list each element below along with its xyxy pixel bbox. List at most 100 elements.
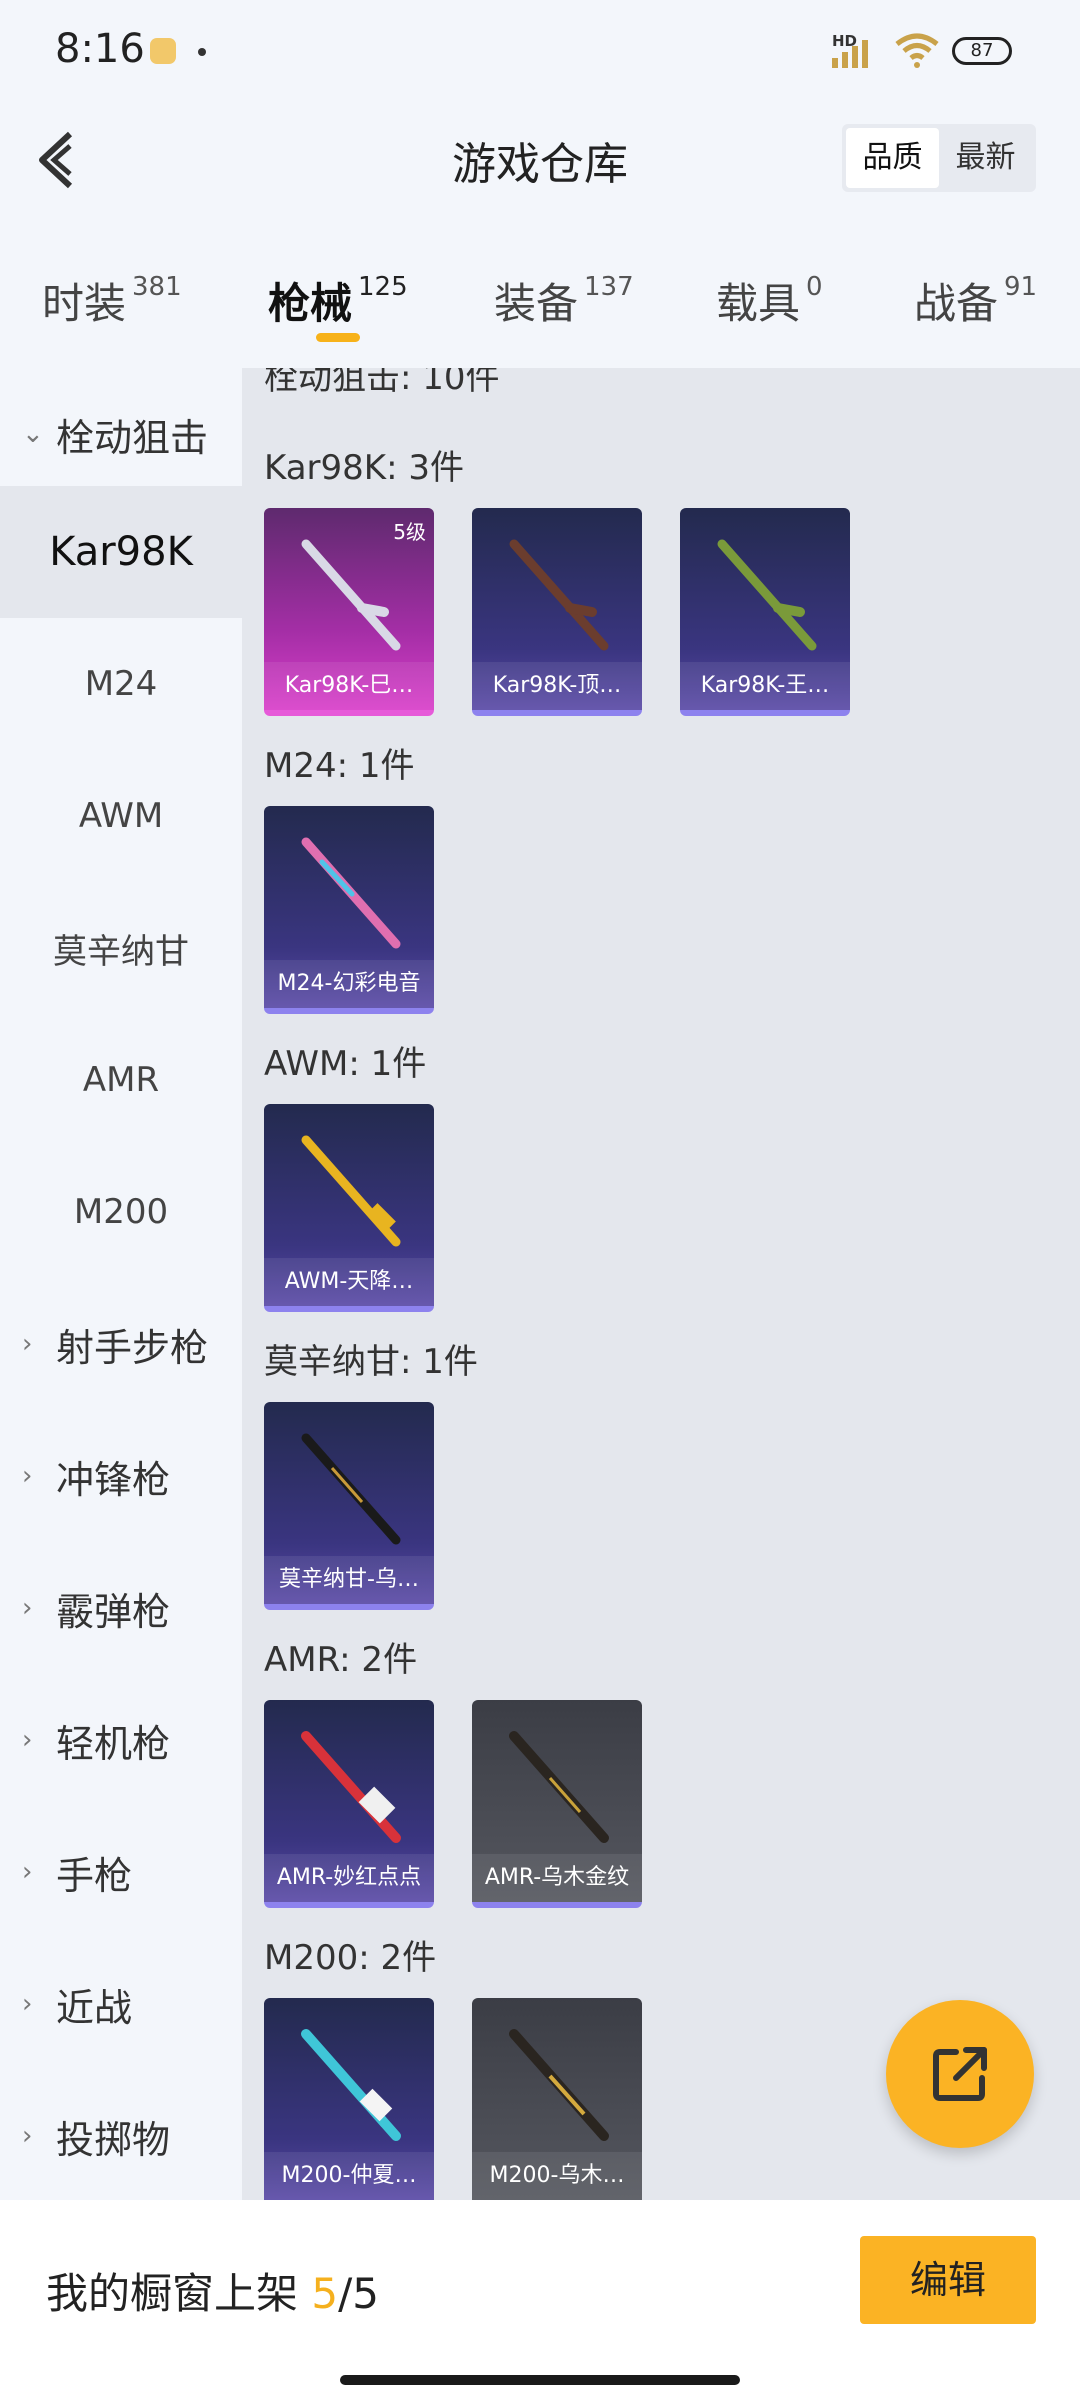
share-button[interactable] xyxy=(886,2000,1034,2148)
sidebar-item-label: 投掷物 xyxy=(56,2117,171,2162)
header: 游戏仓库 品质 最新 xyxy=(0,100,1080,220)
showcase-count-total: /5 xyxy=(338,2269,379,2318)
item-grid: 栓动狙击: 10件 Kar98K: 3件 5级 Kar98K-巳… Kar98K… xyxy=(242,368,1080,2200)
rifle-icon xyxy=(301,2029,401,2141)
tab-count: 0 xyxy=(806,272,823,302)
sort-toggle: 品质 最新 xyxy=(842,124,1036,192)
sidebar-item-label: 近战 xyxy=(56,1985,133,2030)
rifle-icon xyxy=(717,539,817,651)
share-external-icon xyxy=(933,2047,987,2101)
sidebar-item-label: Kar98K xyxy=(49,529,193,575)
chevron-right-icon: › xyxy=(22,2121,33,2151)
item-name: AWM-天降… xyxy=(264,1258,434,1306)
tab-count: 91 xyxy=(1004,272,1038,302)
section-label: AWM: 1件 xyxy=(264,1044,427,1084)
edit-button[interactable]: 编辑 xyxy=(860,2236,1036,2324)
sidebar-group-smg[interactable]: › 冲锋枪 xyxy=(0,1410,242,1542)
sidebar-item-label: 莫辛纳甘 xyxy=(53,931,189,972)
section-label: AMR: 2件 xyxy=(264,1640,418,1680)
category-tabs: 时装 381 枪械 125 装备 137 载具 0 战备 91 xyxy=(0,250,1080,360)
active-tab-indicator xyxy=(316,333,360,342)
sidebar-group-throwable[interactable]: › 投掷物 xyxy=(0,2070,242,2202)
sidebar-item-awm[interactable]: AWM xyxy=(0,750,242,882)
sidebar-item-label: AMR xyxy=(82,1060,160,1100)
battery-indicator: 87 xyxy=(952,37,1012,65)
section-label: 莫辛纳甘: 1件 xyxy=(264,1342,478,1382)
item-name: 莫辛纳甘-乌… xyxy=(264,1556,434,1604)
section-label: Kar98K: 3件 xyxy=(264,448,464,488)
tab-count: 125 xyxy=(358,272,408,302)
item-card[interactable]: Kar98K-王… xyxy=(680,508,850,716)
sidebar-item-m200[interactable]: M200 xyxy=(0,1146,242,1278)
item-card[interactable]: M24-幻彩电音 xyxy=(264,806,434,1014)
chevron-right-icon: › xyxy=(22,1593,33,1623)
item-card[interactable]: AWM-天降… xyxy=(264,1104,434,1312)
sidebar-group-marksman[interactable]: › 射手步枪 xyxy=(0,1278,242,1410)
showcase-count-current: 5 xyxy=(311,2269,339,2318)
wifi-icon xyxy=(895,33,939,68)
item-card[interactable]: 5级 Kar98K-巳… xyxy=(264,508,434,716)
section-label: M24: 1件 xyxy=(264,746,415,786)
tab-vehicles[interactable]: 载具 0 xyxy=(716,270,823,350)
sidebar-item-mosin[interactable]: 莫辛纳甘 xyxy=(0,882,242,1014)
item-card[interactable]: M200-乌木… xyxy=(472,1998,642,2200)
tab-supplies[interactable]: 战备 91 xyxy=(914,270,1037,350)
tab-label: 枪械 xyxy=(268,279,353,328)
rifle-icon xyxy=(301,837,401,949)
sort-newest-option[interactable]: 最新 xyxy=(939,128,1032,188)
tab-fashion[interactable]: 时装 381 xyxy=(42,270,182,350)
sidebar-item-kar98k[interactable]: Kar98K xyxy=(0,486,242,618)
tab-count: 381 xyxy=(132,272,182,302)
sidebar-item-label: 射手步枪 xyxy=(56,1325,209,1370)
tab-label: 时装 xyxy=(42,279,127,328)
section-label: M200: 2件 xyxy=(264,1938,437,1978)
section-label: 栓动狙击: 10件 xyxy=(264,368,500,398)
sidebar-item-label: AWM xyxy=(78,796,164,836)
status-bar: 8:16 HD 87 xyxy=(0,0,1080,100)
item-name: Kar98K-王… xyxy=(680,662,850,710)
item-card[interactable]: Kar98K-顶… xyxy=(472,508,642,716)
home-indicator[interactable] xyxy=(340,2375,740,2385)
sidebar-item-amr[interactable]: AMR xyxy=(0,1014,242,1146)
chevron-right-icon: › xyxy=(22,1329,33,1359)
bottom-bar: 我的橱窗上架 5/5 编辑 xyxy=(0,2200,1080,2400)
item-name: Kar98K-巳… xyxy=(264,662,434,710)
rifle-icon xyxy=(509,1731,609,1843)
chevron-right-icon: › xyxy=(22,1857,33,1887)
sidebar-item-label: 栓动狙击 xyxy=(56,415,209,460)
item-name: AMR-妙红点点 xyxy=(264,1854,434,1902)
sidebar-group-pistol[interactable]: › 手枪 xyxy=(0,1806,242,1938)
rifle-icon xyxy=(509,2029,609,2141)
sidebar: ⌄ 栓动狙击 Kar98K M24 AWM 莫辛纳甘 AMR M200 › 射手… xyxy=(0,368,242,2200)
sort-quality-option[interactable]: 品质 xyxy=(846,128,939,188)
chevron-right-icon: › xyxy=(22,1989,33,2019)
tab-label: 装备 xyxy=(494,279,579,328)
tab-label: 战备 xyxy=(914,279,999,328)
sidebar-item-label: M24 xyxy=(84,664,158,704)
tab-equipment[interactable]: 装备 137 xyxy=(494,270,634,350)
status-time: 8:16 xyxy=(55,26,145,72)
sidebar-group-shotgun[interactable]: › 霰弹枪 xyxy=(0,1542,242,1674)
item-card[interactable]: AMR-乌木金纹 xyxy=(472,1700,642,1908)
item-name: Kar98K-顶… xyxy=(472,662,642,710)
tab-label: 载具 xyxy=(716,279,801,328)
sidebar-item-m24[interactable]: M24 xyxy=(0,618,242,750)
showcase-label: 我的橱窗上架 xyxy=(46,2269,299,2318)
item-name: M200-仲夏… xyxy=(264,2152,434,2200)
item-card[interactable]: M200-仲夏… xyxy=(264,1998,434,2200)
sidebar-item-label: 手枪 xyxy=(56,1853,133,1898)
tab-count: 137 xyxy=(584,272,634,302)
sidebar-group-bolt-action[interactable]: ⌄ 栓动狙击 xyxy=(0,368,242,500)
rifle-icon xyxy=(301,1731,401,1843)
showcase-status: 我的橱窗上架 5/5 xyxy=(46,2260,379,2321)
item-name: AMR-乌木金纹 xyxy=(472,1854,642,1902)
sidebar-group-melee[interactable]: › 近战 xyxy=(0,1938,242,2070)
item-name: M24-幻彩电音 xyxy=(264,960,434,1008)
sidebar-item-label: 冲锋枪 xyxy=(56,1457,171,1502)
item-card[interactable]: 莫辛纳甘-乌… xyxy=(264,1402,434,1610)
sidebar-item-label: 轻机枪 xyxy=(56,1721,171,1766)
sidebar-item-label: M200 xyxy=(73,1192,169,1232)
rifle-icon xyxy=(301,1433,401,1545)
sidebar-group-lmg[interactable]: › 轻机枪 xyxy=(0,1674,242,1806)
item-card[interactable]: AMR-妙红点点 xyxy=(264,1700,434,1908)
